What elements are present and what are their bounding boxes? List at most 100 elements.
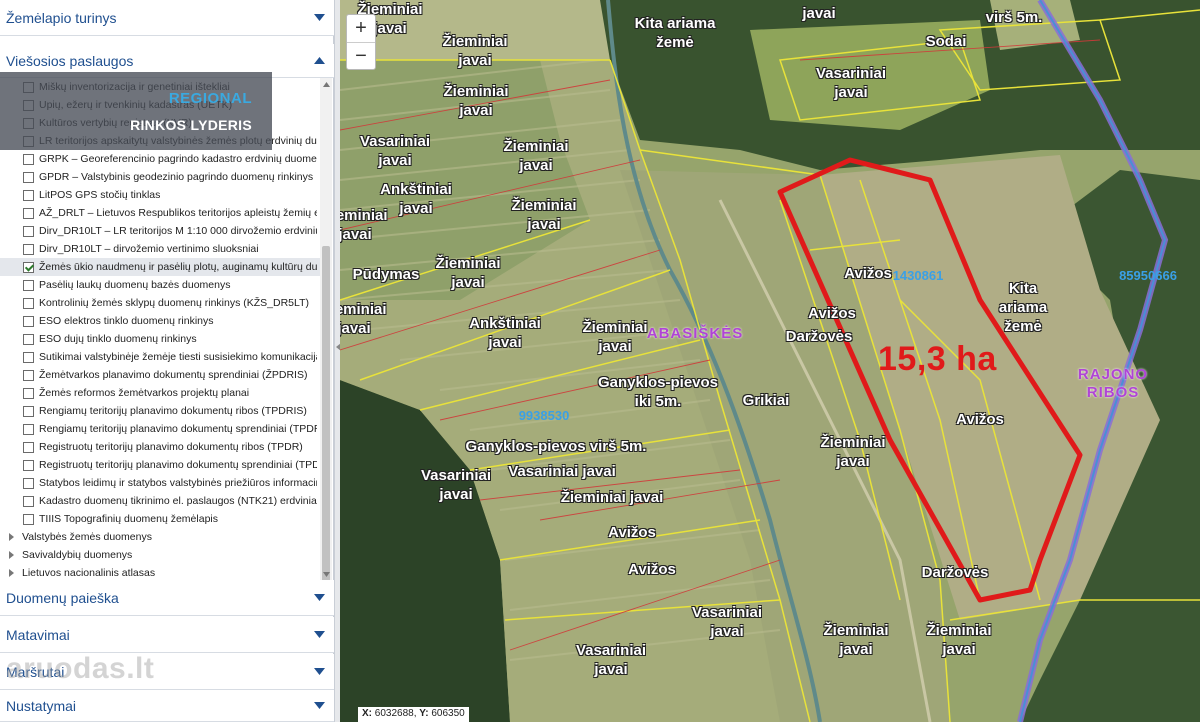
layer-checkbox[interactable] — [23, 315, 34, 327]
layer-item[interactable]: Rengiamų teritorijų planavimo dokumentų … — [0, 420, 320, 438]
layer-label: Žemės ūkio naudmenų ir pasėlių plotų, au… — [39, 261, 317, 273]
scrollbar-thumb[interactable] — [322, 246, 330, 612]
layer-label: Statybos leidimų ir statybos valstybinės… — [39, 477, 317, 489]
section-data-search[interactable]: Duomenų paieška — [0, 580, 334, 616]
layer-checkbox[interactable] — [23, 423, 34, 435]
agency-logo-overlay: REGIONAL RINKOS LYDERIS — [0, 72, 272, 150]
layer-checkbox[interactable] — [23, 189, 34, 201]
layer-item[interactable]: ESO dujų tinklo duomenų rinkinys — [0, 330, 320, 348]
layer-label: TIIIS Topografinių duomenų žemėlapis — [39, 513, 218, 525]
logo-slogan: RINKOS LYDERIS — [130, 116, 252, 133]
layer-item[interactable]: Sutikimai valstybinėje žemėje tiesti sus… — [0, 348, 320, 366]
layer-checkbox[interactable] — [23, 279, 34, 291]
expand-triangle-icon[interactable] — [9, 551, 14, 559]
crop-label: Žieminiaijavai — [820, 434, 886, 470]
group-label: Savivaldybių duomenys — [22, 549, 133, 561]
layer-checkbox[interactable] — [23, 171, 34, 183]
layer-item[interactable]: GRPK – Georeferencinio pagrindo kadastro… — [0, 150, 320, 168]
y-label: Y: — [419, 708, 429, 719]
layer-list: Miškų inventorizacija ir genetiniai ište… — [0, 78, 320, 580]
section-measurements[interactable]: Matavimai — [0, 617, 334, 653]
layer-checkbox[interactable] — [23, 207, 34, 219]
crop-label: Sodai — [925, 33, 967, 50]
chevron-down-icon — [312, 591, 326, 605]
layer-group[interactable]: Savivaldybių duomenys — [0, 546, 320, 564]
layer-checkbox[interactable] — [23, 405, 34, 417]
expand-triangle-icon[interactable] — [9, 533, 14, 541]
layer-label: Dirv_DR10LT – LR teritorijos M 1:10 000 … — [39, 225, 317, 237]
layer-item[interactable]: AŽ_DRLT – Lietuvos Respublikos teritorij… — [0, 204, 320, 222]
crop-label: Žieminiaijavai — [340, 301, 387, 337]
layer-item[interactable]: Kadastro duomenų tikrinimo el. paslaugos… — [0, 492, 320, 510]
crop-label: Kita ariama žemė — [998, 280, 1048, 335]
crop-label: Žieminiaijavai — [511, 197, 577, 233]
crop-label: Žieminiaijavai — [340, 207, 388, 243]
layer-item[interactable]: Registruotų teritorijų planavimo dokumen… — [0, 438, 320, 456]
layer-item[interactable]: Žemės reformos žemėtvarkos projektų plan… — [0, 384, 320, 402]
layer-checkbox[interactable] — [23, 477, 34, 489]
map-view[interactable]: Žieminiai javai Kita ariama žemė javai vir… — [340, 0, 1200, 722]
layer-label: GPDR – Valstybinis geodezinio pagrindo d… — [39, 171, 314, 183]
crop-label: Avižos — [844, 265, 892, 282]
layer-checkbox[interactable] — [23, 351, 34, 363]
zoom-out-button[interactable]: − — [347, 42, 375, 69]
crop-label: Žieminiai javai — [560, 489, 664, 506]
section-title: Matavimai — [6, 626, 70, 643]
layer-checkbox[interactable] — [23, 333, 34, 345]
layer-checkbox[interactable] — [23, 441, 34, 453]
place-label: ABASIŠKĖS — [646, 325, 744, 342]
layer-item[interactable]: GPDR – Valstybinis geodezinio pagrindo d… — [0, 168, 320, 186]
section-settings[interactable]: Nustatymai — [0, 690, 334, 722]
layer-group[interactable]: Valstybės žemės duomenys — [0, 528, 320, 546]
layers-panel: Žemėlapio turinys Viešosios paslaugos Mi… — [0, 0, 334, 722]
layer-label: Kadastro duomenų tikrinimo el. paslaugos… — [39, 495, 317, 507]
layer-checkbox[interactable] — [23, 369, 34, 381]
layer-label: Registruotų teritorijų planavimo dokumen… — [39, 459, 317, 471]
layer-item[interactable]: Žemėtvarkos planavimo dokumentų sprendin… — [0, 366, 320, 384]
layer-item[interactable]: Statybos leidimų ir statybos valstybinės… — [0, 474, 320, 492]
layer-checkbox[interactable] — [23, 153, 34, 165]
layer-checkbox[interactable] — [23, 297, 34, 309]
section-map-contents[interactable]: Žemėlapio turinys — [0, 0, 334, 36]
layer-item[interactable]: Rengiamų teritorijų planavimo dokumentų … — [0, 402, 320, 420]
layer-item[interactable]: Pasėlių laukų duomenų bazės duomenys — [0, 276, 320, 294]
crop-label: Ankštiniai javai — [380, 181, 452, 217]
section-title: Žemėlapio turinys — [6, 9, 117, 26]
chevron-up-icon — [312, 54, 326, 68]
chevron-down-icon — [312, 699, 326, 713]
y-value: 606350 — [431, 708, 465, 719]
layer-item[interactable]: Kontrolinių žemės sklypų duomenų rinkiny… — [0, 294, 320, 312]
expand-triangle-icon[interactable] — [9, 569, 14, 577]
layer-label: Sutikimai valstybinėje žemėje tiesti sus… — [39, 351, 317, 363]
layer-checkbox[interactable] — [23, 243, 34, 255]
layer-item[interactable]: LitPOS GPS stočių tinklas — [0, 186, 320, 204]
zoom-in-button[interactable]: + — [347, 15, 375, 42]
layer-checkbox[interactable] — [23, 261, 34, 273]
layer-item[interactable]: Dirv_DR10LT – LR teritorijos M 1:10 000 … — [0, 222, 320, 240]
layer-label: GRPK – Georeferencinio pagrindo kadastro… — [39, 153, 317, 165]
watermark: aruodas.lt — [6, 652, 155, 685]
crop-label: Daržovės — [921, 564, 989, 581]
layer-item[interactable]: ESO elektros tinklo duomenų rinkinys — [0, 312, 320, 330]
layer-item[interactable]: Registruotų teritorijų planavimo dokumen… — [0, 456, 320, 474]
scroll-up-icon[interactable] — [320, 78, 332, 90]
crop-label: Žieminiaijavai — [926, 622, 992, 658]
layer-label: Registruotų teritorijų planavimo dokumen… — [39, 441, 303, 453]
area-label: 15,3 ha — [878, 340, 997, 378]
layer-list-scrollbar[interactable] — [320, 78, 332, 612]
layer-checkbox[interactable] — [23, 513, 34, 525]
chevron-down-icon — [312, 628, 326, 642]
layer-checkbox[interactable] — [23, 495, 34, 507]
layer-item[interactable]: TIIIS Topografinių duomenų žemėlapis — [0, 510, 320, 528]
layer-checkbox[interactable] — [23, 387, 34, 399]
crop-label: Avižos — [956, 411, 1004, 428]
crop-label: Vasariniai javai — [420, 467, 492, 503]
group-label: Lietuvos nacionalinis atlasas — [22, 567, 156, 579]
crop-label: Žieminiaijavai — [435, 255, 501, 291]
scroll-down-icon[interactable] — [320, 568, 332, 580]
layer-group[interactable]: Lietuvos nacionalinis atlasas — [0, 564, 320, 580]
layer-checkbox[interactable] — [23, 225, 34, 237]
layer-item[interactable]: Dirv_DR10LT – dirvožemio vertinimo sluok… — [0, 240, 320, 258]
layer-checkbox[interactable] — [23, 459, 34, 471]
layer-item[interactable]: Žemės ūkio naudmenų ir pasėlių plotų, au… — [0, 258, 320, 276]
